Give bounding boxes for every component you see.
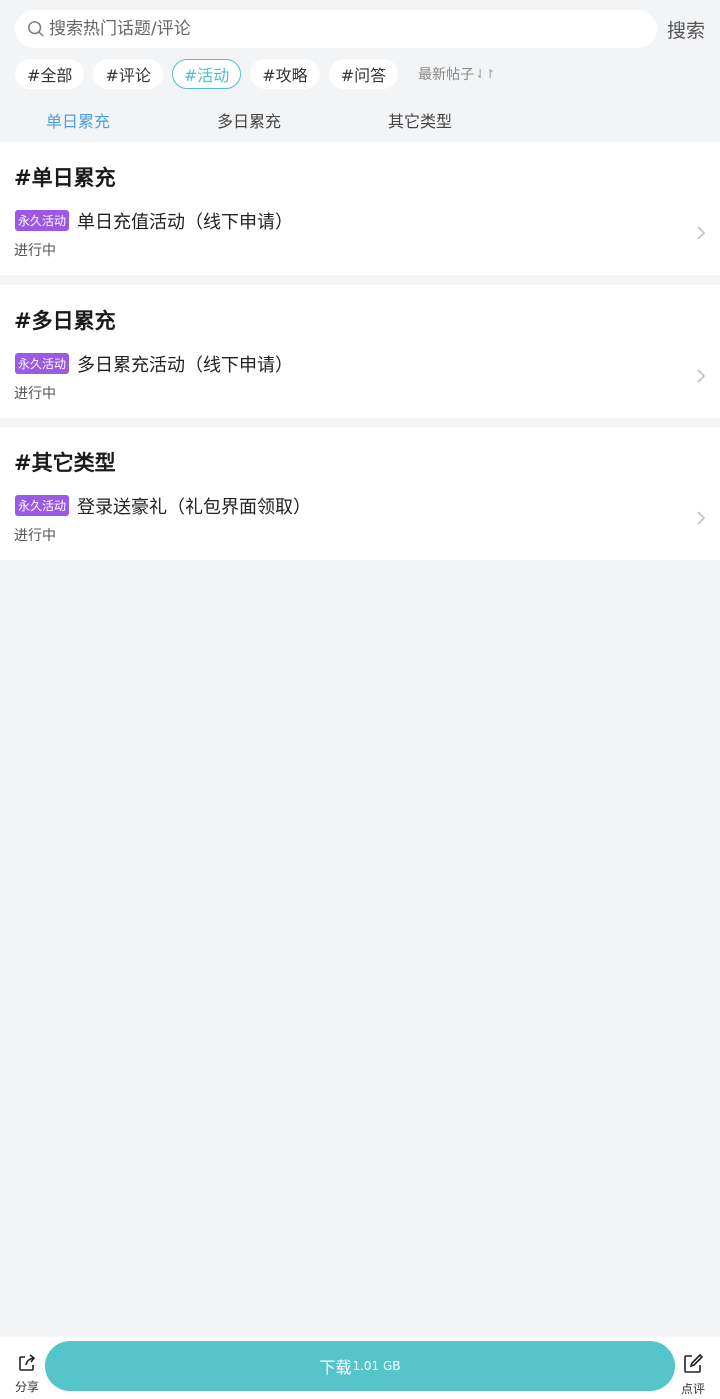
share-button[interactable]: 分享 xyxy=(14,1353,40,1395)
filter-chips: #全部 #评论 #活动 #攻略 #问答 最新帖子 ⇃↾ xyxy=(15,59,495,89)
sub-tabs: 单日累充 多日累充 其它类型 xyxy=(0,108,720,134)
chip-guides[interactable]: #攻略 xyxy=(250,59,320,89)
list-item[interactable]: 永久活动 多日累充活动（线下申请） 进行中 xyxy=(0,349,720,413)
search-row: 搜索 xyxy=(15,10,705,48)
chip-all[interactable]: #全部 xyxy=(15,59,85,89)
event-badge: 永久活动 xyxy=(15,495,70,516)
chevron-right-icon xyxy=(697,511,706,525)
chevron-right-icon xyxy=(697,226,706,240)
section-title: #多日累充 xyxy=(14,309,116,333)
bottom-bar: 分享 下载 1.01 GB 点评 xyxy=(0,1337,720,1399)
download-label: 下载 xyxy=(319,1358,352,1377)
share-label: 分享 xyxy=(14,1380,39,1394)
chip-events[interactable]: #活动 xyxy=(171,59,242,89)
download-size: 1.01 GB xyxy=(352,1359,401,1373)
section-title: #单日累充 xyxy=(14,166,116,190)
sort-label: 最新帖子 xyxy=(418,67,475,83)
item-title: 多日累充活动（线下申请） xyxy=(77,355,293,376)
chip-comments[interactable]: #评论 xyxy=(93,59,163,89)
sort-arrows-icon: ⇃↾ xyxy=(475,67,496,81)
search-button[interactable]: 搜索 xyxy=(667,16,705,43)
tab-multi-day[interactable]: 多日累充 xyxy=(217,108,281,132)
chip-qa[interactable]: #问答 xyxy=(328,59,399,89)
item-status: 进行中 xyxy=(14,243,56,259)
tab-single-day[interactable]: 单日累充 xyxy=(46,108,110,132)
section-other: #其它类型 永久活动 登录送豪礼（礼包界面领取） 进行中 xyxy=(0,427,720,560)
search-input[interactable] xyxy=(49,19,609,39)
item-title: 登录送豪礼（礼包界面领取） xyxy=(77,497,311,518)
search-box[interactable] xyxy=(15,10,657,48)
download-button[interactable]: 下载 1.01 GB xyxy=(45,1341,675,1391)
edit-icon xyxy=(684,1353,704,1373)
item-status: 进行中 xyxy=(14,528,56,544)
item-status: 进行中 xyxy=(14,386,56,402)
item-title: 单日充值活动（线下申请） xyxy=(77,212,293,233)
review-label: 点评 xyxy=(680,1382,705,1396)
tab-other[interactable]: 其它类型 xyxy=(388,108,452,132)
section-title: #其它类型 xyxy=(14,451,116,475)
section-single-day: #单日累充 永久活动 单日充值活动（线下申请） 进行中 xyxy=(0,142,720,275)
event-badge: 永久活动 xyxy=(15,210,70,231)
section-multi-day: #多日累充 永久活动 多日累充活动（线下申请） 进行中 xyxy=(0,285,720,418)
search-icon xyxy=(28,21,44,37)
chevron-right-icon xyxy=(697,369,706,383)
list-item[interactable]: 永久活动 登录送豪礼（礼包界面领取） 进行中 xyxy=(0,491,720,555)
event-badge: 永久活动 xyxy=(15,353,70,374)
share-icon xyxy=(19,1354,36,1371)
list-item[interactable]: 永久活动 单日充值活动（线下申请） 进行中 xyxy=(0,206,720,270)
review-button[interactable]: 点评 xyxy=(680,1353,706,1397)
sort-button[interactable]: 最新帖子 ⇃↾ xyxy=(418,64,495,84)
